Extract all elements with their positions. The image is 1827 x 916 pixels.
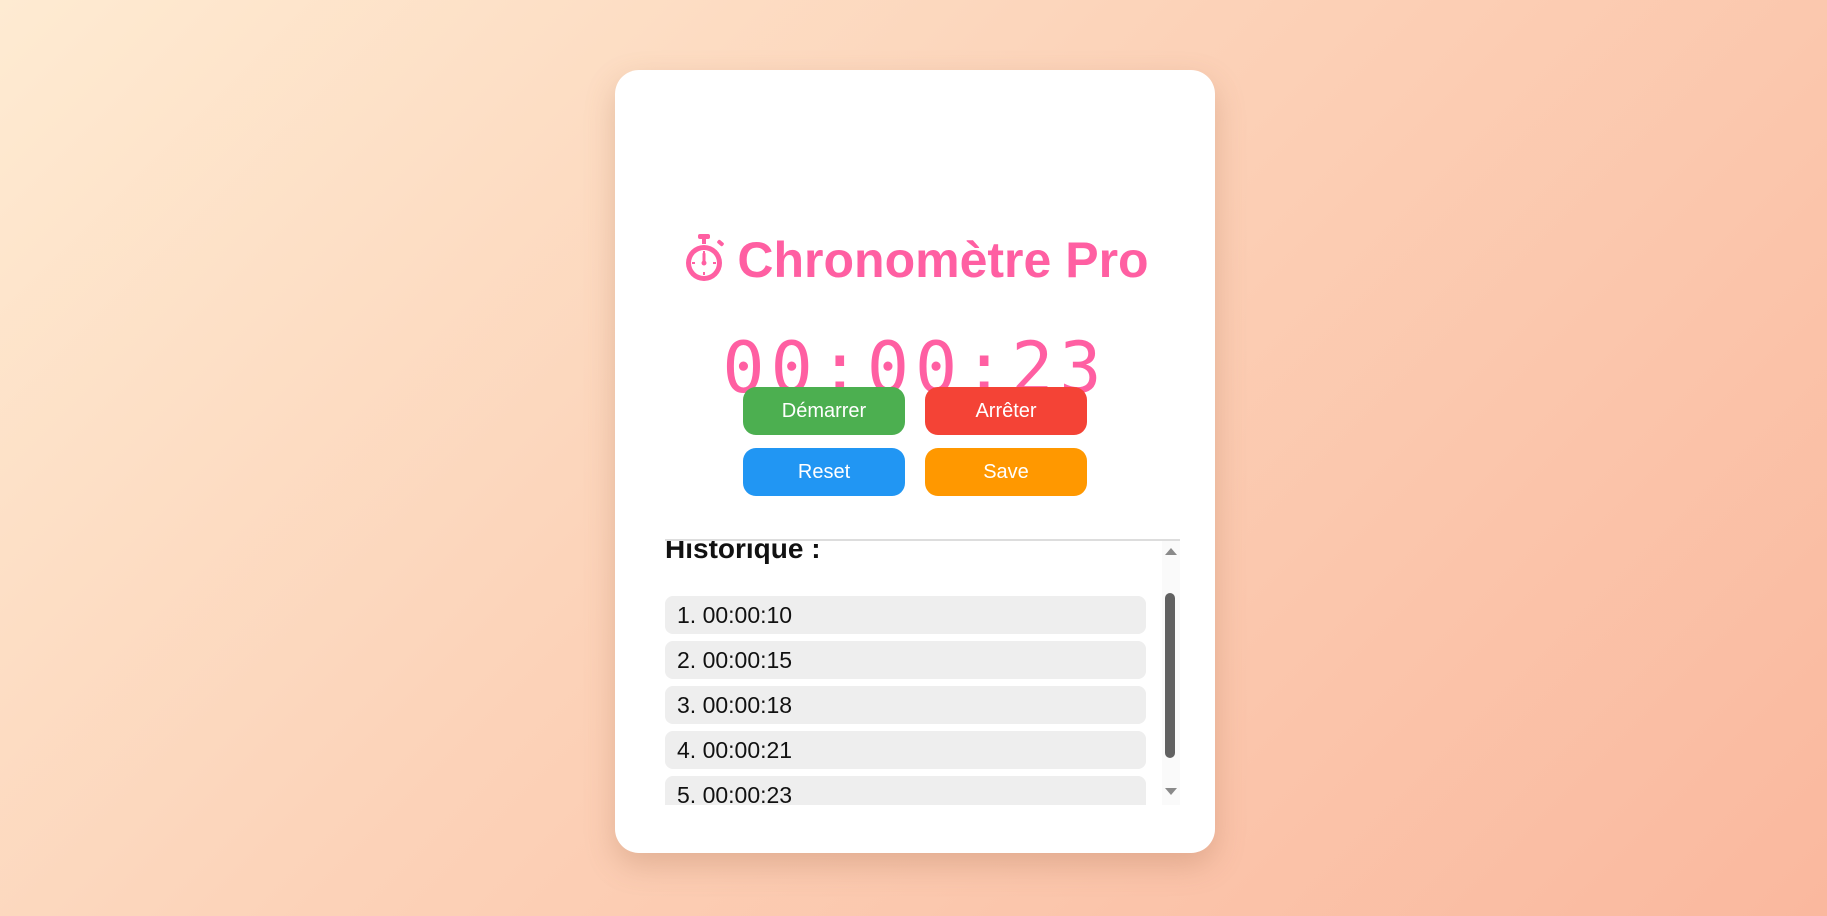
scroll-up-arrow-icon[interactable]: [1165, 548, 1177, 555]
list-item: 4. 00:00:21: [665, 731, 1146, 769]
timer-display: 00:00:23: [722, 327, 1108, 409]
list-item: 3. 00:00:18: [665, 686, 1146, 724]
history-panel[interactable]: Historique : 1. 00:00:10 2. 00:00:15 3. …: [665, 539, 1180, 805]
reset-button[interactable]: Reset: [743, 448, 905, 496]
save-button[interactable]: Save: [925, 448, 1087, 496]
list-item: 5. 00:00:23: [665, 776, 1146, 805]
list-item: 1. 00:00:10: [665, 596, 1146, 634]
app-title-text: Chronomètre Pro: [737, 232, 1149, 288]
list-item: 2. 00:00:15: [665, 641, 1146, 679]
history-heading: Historique :: [665, 539, 821, 564]
app-title: Chronomètre Pro: [615, 230, 1215, 290]
history-scrollbar[interactable]: [1162, 541, 1180, 805]
scroll-thumb[interactable]: [1165, 593, 1175, 758]
stop-button[interactable]: Arrêter: [925, 387, 1087, 435]
scroll-down-arrow-icon[interactable]: [1165, 788, 1177, 795]
history-list: 1. 00:00:10 2. 00:00:15 3. 00:00:18 4. 0…: [665, 596, 1146, 805]
stopwatch-card: Chronomètre Pro 00:00:23 Démarrer Arrête…: [615, 70, 1215, 853]
stopwatch-icon: [686, 234, 725, 281]
start-button[interactable]: Démarrer: [743, 387, 905, 435]
